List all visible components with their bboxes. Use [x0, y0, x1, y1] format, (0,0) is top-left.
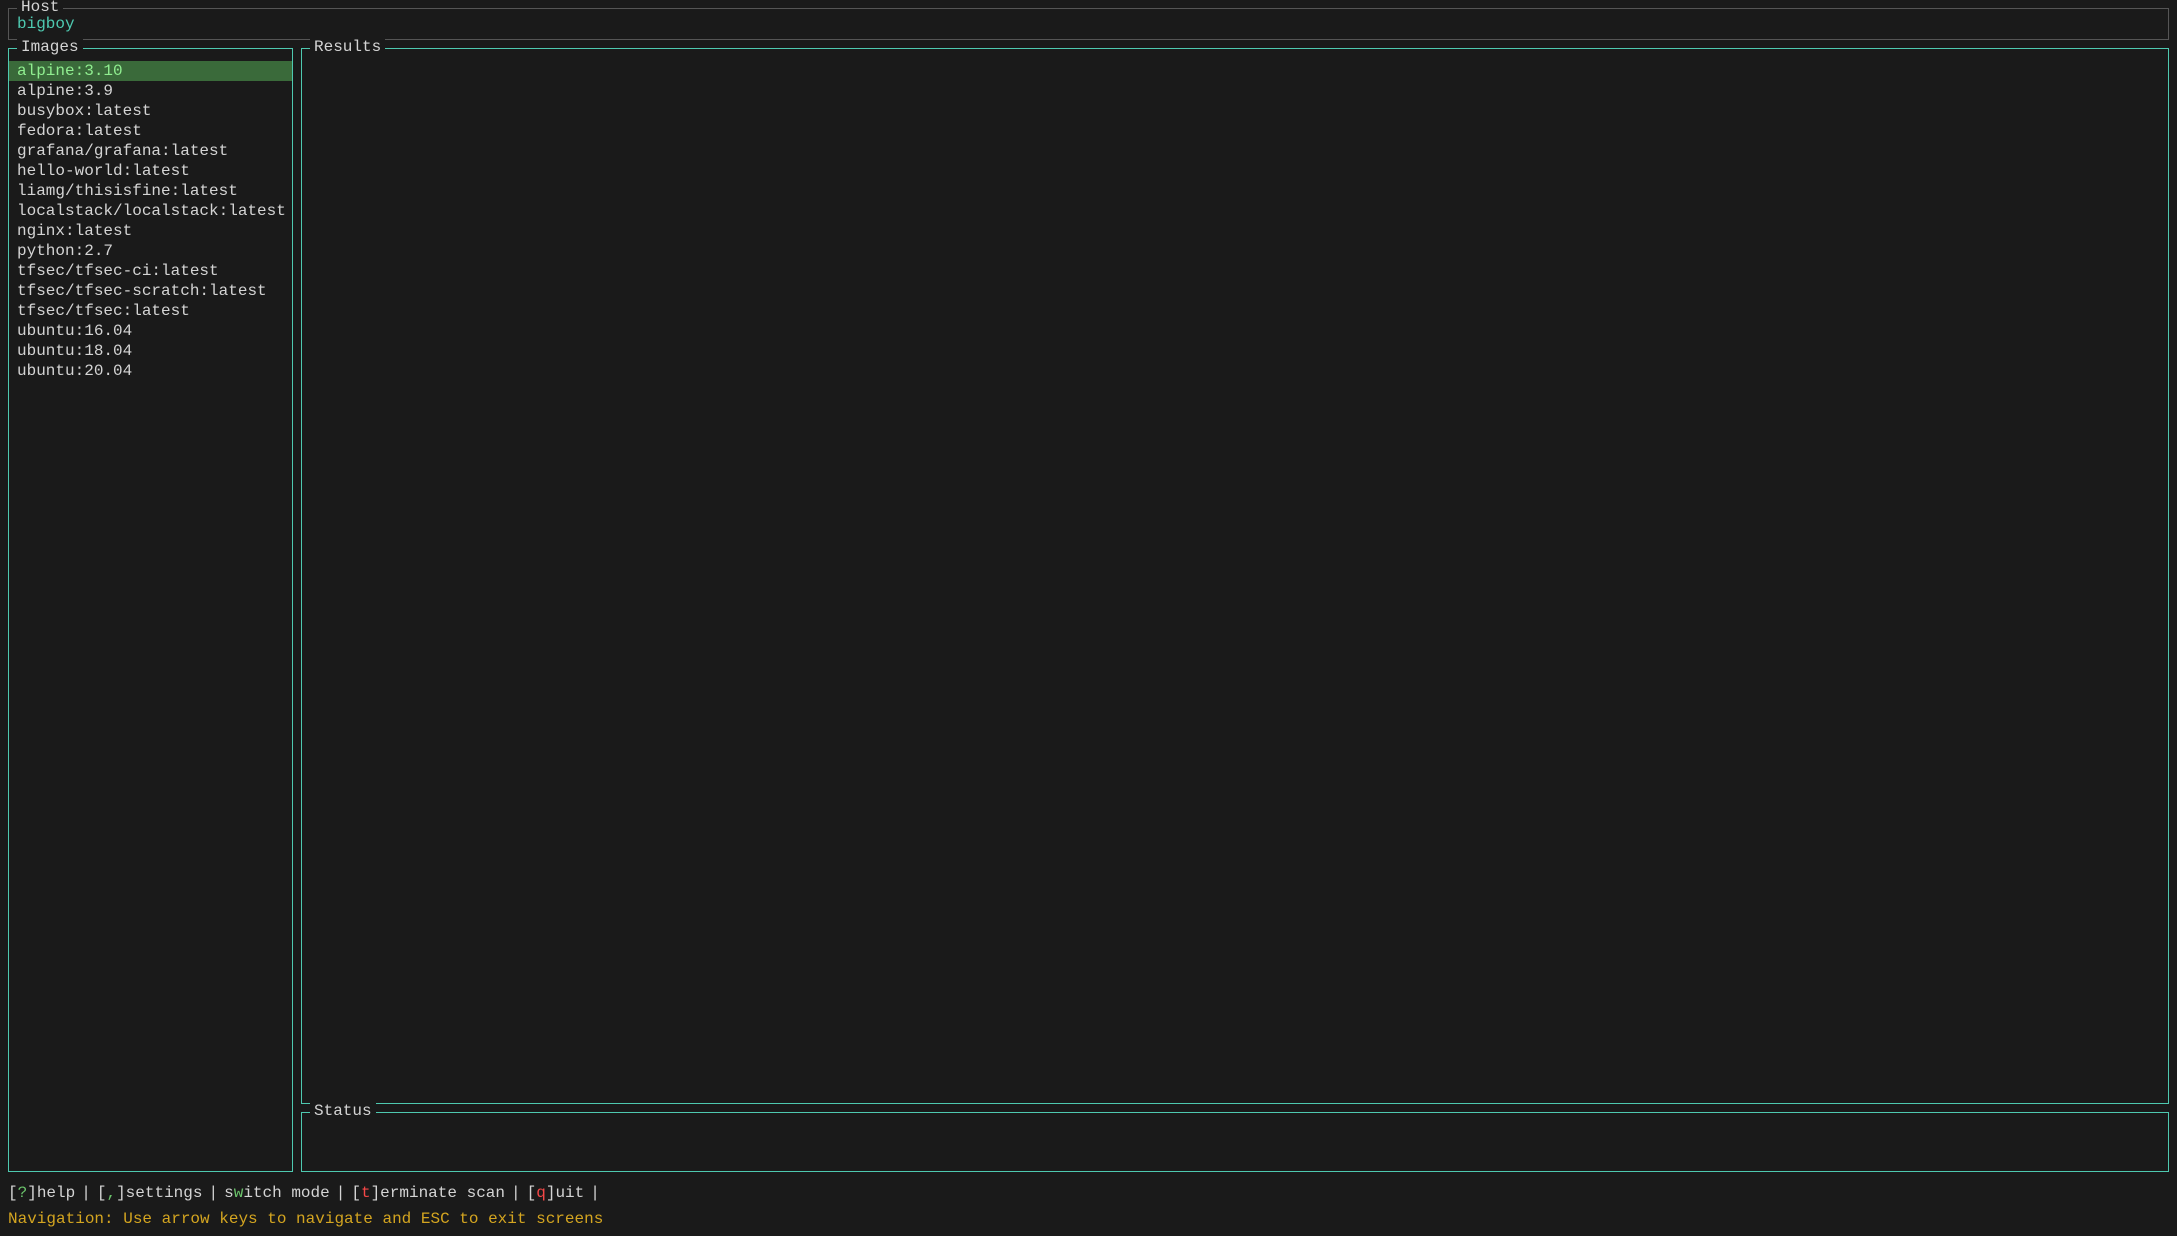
- sep2: |: [208, 1184, 218, 1202]
- host-value: bigboy: [17, 15, 2160, 33]
- image-item[interactable]: alpine:3.10: [9, 61, 292, 81]
- quit-label: uit: [555, 1184, 584, 1202]
- navigation-text: Navigation: Use arrow keys to navigate a…: [8, 1210, 603, 1228]
- switch-key[interactable]: w: [234, 1184, 244, 1202]
- sep1: |: [81, 1184, 91, 1202]
- image-item[interactable]: tfsec/tfsec:latest: [9, 301, 292, 321]
- settings-bracket-close: ]: [116, 1184, 126, 1202]
- image-item[interactable]: alpine:3.9: [9, 81, 292, 101]
- status-panel: Status: [301, 1112, 2169, 1172]
- image-item[interactable]: hello-world:latest: [9, 161, 292, 181]
- image-item[interactable]: python:2.7: [9, 241, 292, 261]
- image-item[interactable]: grafana/grafana:latest: [9, 141, 292, 161]
- image-item[interactable]: busybox:latest: [9, 101, 292, 121]
- sep5: |: [590, 1184, 600, 1202]
- image-item[interactable]: tfsec/tfsec-scratch:latest: [9, 281, 292, 301]
- image-item[interactable]: fedora:latest: [9, 121, 292, 141]
- quit-bracket-close: ]: [546, 1184, 556, 1202]
- host-section: Host bigboy: [8, 8, 2169, 40]
- image-item[interactable]: ubuntu:16.04: [9, 321, 292, 341]
- status-content: [302, 1113, 2168, 1129]
- results-content: [302, 49, 2168, 1103]
- images-label: Images: [17, 38, 83, 56]
- switch-prefix: s: [224, 1184, 234, 1202]
- status-label: Status: [310, 1102, 376, 1120]
- terminate-key[interactable]: t: [361, 1184, 371, 1202]
- quit-bracket-open: [: [527, 1184, 537, 1202]
- results-status-column: Results Status: [301, 48, 2169, 1172]
- quit-key[interactable]: q: [536, 1184, 546, 1202]
- image-item[interactable]: tfsec/tfsec-ci:latest: [9, 261, 292, 281]
- host-label: Host: [17, 0, 63, 16]
- help-bracket-open: [: [8, 1184, 18, 1202]
- terminate-label: erminate scan: [380, 1184, 505, 1202]
- terminate-bracket-open: [: [351, 1184, 361, 1202]
- switch-suffix: itch mode: [243, 1184, 329, 1202]
- terminate-bracket-close: ]: [371, 1184, 381, 1202]
- results-label: Results: [310, 38, 385, 56]
- images-list[interactable]: alpine:3.10alpine:3.9busybox:latestfedor…: [9, 57, 292, 1171]
- help-label: help: [37, 1184, 75, 1202]
- image-item[interactable]: liamg/thisisfine:latest: [9, 181, 292, 201]
- settings-label: settings: [126, 1184, 203, 1202]
- help-bracket-close: ]: [27, 1184, 37, 1202]
- image-item[interactable]: nginx:latest: [9, 221, 292, 241]
- main-panels: Images alpine:3.10alpine:3.9busybox:late…: [8, 48, 2169, 1172]
- settings-key[interactable]: ,: [106, 1184, 116, 1202]
- navigation-bar: Navigation: Use arrow keys to navigate a…: [0, 1206, 2177, 1236]
- settings-bracket-open: [: [97, 1184, 107, 1202]
- images-panel: Images alpine:3.10alpine:3.9busybox:late…: [8, 48, 293, 1172]
- results-panel: Results: [301, 48, 2169, 1104]
- sep3: |: [336, 1184, 346, 1202]
- image-item[interactable]: localstack/localstack:latest: [9, 201, 292, 221]
- image-item[interactable]: ubuntu:20.04: [9, 361, 292, 381]
- help-key[interactable]: ?: [18, 1184, 28, 1202]
- image-item[interactable]: ubuntu:18.04: [9, 341, 292, 361]
- keybindings-bar: [?] help | [,] settings | switch mode | …: [0, 1176, 2177, 1206]
- sep4: |: [511, 1184, 521, 1202]
